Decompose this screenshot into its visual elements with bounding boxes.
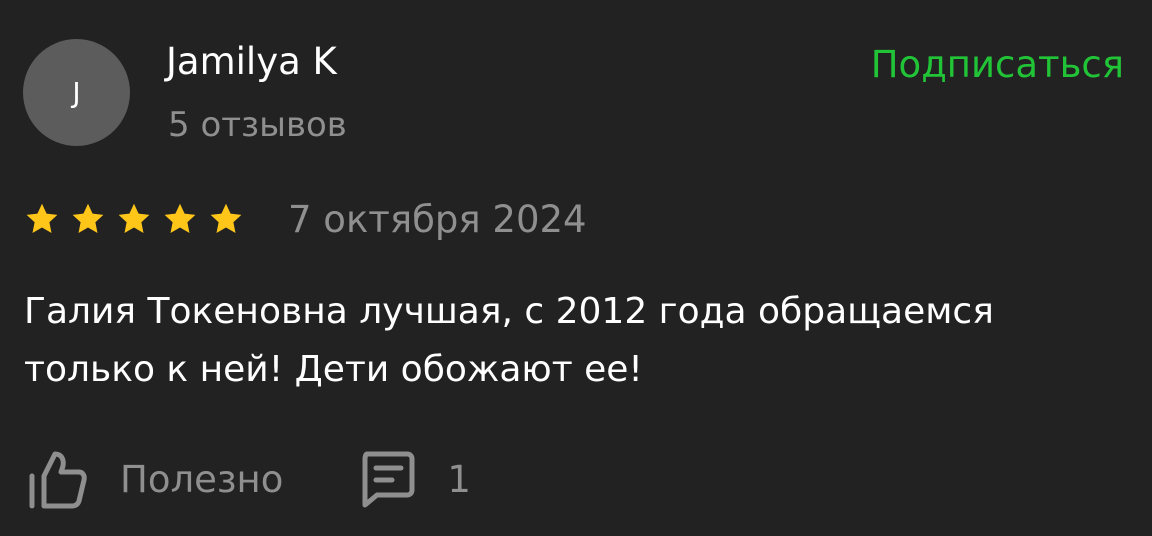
star-icon [26, 203, 58, 233]
review-actions: Полезно 1 [26, 446, 471, 512]
star-icon [210, 203, 242, 233]
author-reviews-count: 5 отзывов [168, 105, 347, 145]
helpful-button[interactable]: Полезно [26, 448, 283, 510]
helpful-label: Полезно [120, 457, 284, 501]
review-date: 7 октября 2024 [288, 198, 587, 241]
avatar[interactable]: J [23, 39, 130, 146]
star-icon [164, 203, 196, 233]
comments-button[interactable]: 1 [359, 450, 471, 508]
star-icon [72, 203, 104, 233]
comment-icon [359, 450, 415, 508]
avatar-initial: J [72, 75, 81, 109]
review-text: Галия Токеновна лучшая, с 2012 года обра… [24, 291, 994, 390]
thumbs-up-icon [26, 448, 88, 510]
comments-count: 1 [447, 457, 471, 501]
subscribe-button[interactable]: Подписаться [871, 42, 1124, 88]
author-name[interactable]: Jamilya K [166, 40, 337, 84]
star-icon [118, 203, 150, 233]
star-rating [24, 197, 254, 241]
